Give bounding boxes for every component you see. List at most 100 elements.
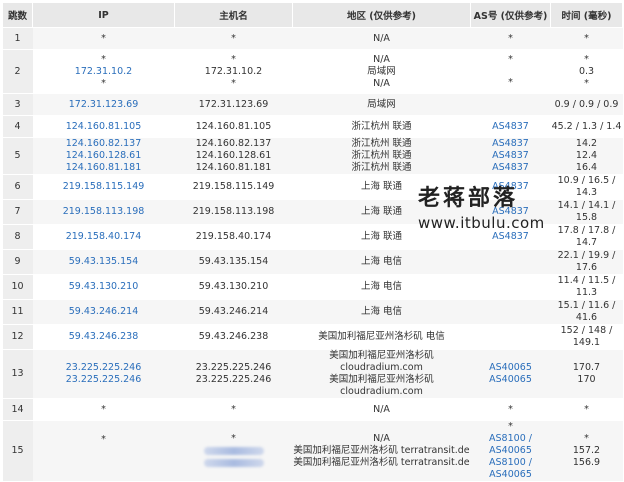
cell-as <box>470 249 551 275</box>
ip-link[interactable]: 59.43.246.214 <box>69 306 139 317</box>
time-line: 10.9 / 16.5 / 14.3 <box>557 175 616 198</box>
time-line: 45.2 / 1.3 / 1.4 <box>551 120 622 132</box>
table-row: 8 219.158.40.174 219.158.40.174 上海 联通 AS4837… <box>2 224 623 250</box>
host-line: 23.225.225.246 <box>195 362 272 373</box>
region-line: 上海 联通 <box>360 181 403 192</box>
cell-host: 219.158.113.198 <box>174 199 293 225</box>
table-row: 14 * * N/A * * <box>2 398 623 421</box>
table-row: 6 219.158.115.149 219.158.115.149 上海 联通 AS48… <box>2 174 623 200</box>
region-line: 浙江杭州 联通 <box>351 150 412 161</box>
ip-line: 219.158.115.149 <box>33 181 175 193</box>
as-link[interactable]: AS8100 / AS40065 <box>489 433 532 456</box>
ip-link[interactable]: 59.43.135.154 <box>69 256 139 267</box>
cell-hop: 2 <box>2 49 33 94</box>
table-row: 4 124.160.81.105 124.160.81.105 浙江杭州 联通 AS48… <box>2 115 623 138</box>
ip-link[interactable]: 172.31.10.2 <box>75 66 132 77</box>
as-link[interactable]: AS4837 <box>492 231 529 242</box>
table-row: 7 219.158.113.198 219.158.113.198 上海 联通 AS48… <box>2 199 623 225</box>
as-link[interactable]: AS40065 <box>489 362 532 373</box>
host-line: 59.43.135.154 <box>198 256 269 267</box>
cell-hop: 6 <box>2 174 33 200</box>
header-hop: 跳数 <box>2 2 33 28</box>
ip-link[interactable]: 23.225.225.246 <box>66 362 142 373</box>
ip-link[interactable]: 172.31.123.69 <box>69 99 139 110</box>
as-line: AS40065 <box>471 362 551 374</box>
cell-ip: 124.160.82.137 124.160.128.61 124.160.81.1… <box>32 137 175 175</box>
time-line: 170.7 <box>572 362 601 373</box>
ip-link[interactable]: 124.160.82.137 <box>66 138 142 149</box>
cell-host: 124.160.81.105 <box>174 115 293 138</box>
cell-hop: 4 <box>2 115 33 138</box>
as-link[interactable]: AS4837 <box>492 150 529 161</box>
table-row: 15 * * N/A 美国加利福尼亚州洛杉矶 terratransit.de 美国加利福尼… <box>2 420 623 482</box>
region-line: 上海 电信 <box>360 281 403 292</box>
as-link[interactable]: AS4837 <box>492 162 529 173</box>
table-row: 9 59.43.135.154 59.43.135.154 上海 电信 22.1 / 1… <box>2 249 623 275</box>
as-line: AS8100 / AS40065 <box>471 433 551 457</box>
host-line: 124.160.82.137 <box>195 138 272 149</box>
cell-as <box>470 324 551 350</box>
ip-link[interactable]: 59.43.246.238 <box>69 331 139 342</box>
as-link[interactable]: AS40065 <box>489 374 532 385</box>
time-line: 12.4 <box>575 150 598 161</box>
as-line: * <box>508 32 513 44</box>
cell-ip: 23.225.225.246 23.225.225.246 <box>32 349 175 399</box>
ip-link[interactable]: 219.158.40.174 <box>66 231 142 242</box>
table-header-row: 跳数 IP 主机名 地区 (仅供参考) AS号 (仅供参考) 时间 (毫秒) <box>2 2 623 28</box>
region-line: 局域网 <box>367 65 396 77</box>
cell-ip: 172.31.123.69 <box>32 93 175 116</box>
redacted-value <box>203 458 264 467</box>
ip-line: 172.31.10.2 <box>33 66 175 78</box>
ip-link[interactable]: 124.160.128.61 <box>66 150 142 161</box>
region-line: 浙江杭州 联通 <box>351 138 412 149</box>
cell-ip: 124.160.81.105 <box>32 115 175 138</box>
as-link[interactable]: AS4837 <box>492 181 529 192</box>
region-line: 上海 电信 <box>360 306 403 317</box>
time-line: 157.2 <box>572 445 601 456</box>
cell-host: * <box>174 420 293 482</box>
as-link[interactable]: AS4837 <box>492 206 529 217</box>
as-line: AS4837 <box>471 206 551 218</box>
table-row: 1 * * N/A * * <box>2 27 623 50</box>
ip-link[interactable]: 124.160.81.105 <box>66 121 142 132</box>
cell-host: * <box>174 398 293 421</box>
host-line: 124.160.128.61 <box>195 150 272 161</box>
time-line: 152 / 148 / 149.1 <box>560 325 613 348</box>
as-link[interactable]: AS4837 <box>492 121 529 132</box>
cell-hop: 5 <box>2 137 33 175</box>
cell-region: 美国加利福尼亚州洛杉矶 cloudradium.com 美国加利福尼亚州洛杉矶 c… <box>292 349 471 399</box>
as-line: AS4837 <box>471 231 551 243</box>
cell-time: 45.2 / 1.3 / 1.4 <box>550 115 623 138</box>
ip-line: * <box>101 32 106 44</box>
as-line: * <box>508 421 513 432</box>
as-line: AS4837 <box>471 138 551 150</box>
ip-link[interactable]: 23.225.225.246 <box>66 374 142 385</box>
ip-link[interactable]: 219.158.113.198 <box>63 206 145 217</box>
as-line <box>471 332 551 343</box>
as-link[interactable]: AS4837 <box>492 138 529 149</box>
region-line: 上海 联通 <box>360 206 403 217</box>
region-line: N/A <box>373 433 390 444</box>
cell-time: * 157.2 156.9 <box>550 420 623 482</box>
cell-host: 124.160.82.137 124.160.128.61 124.160.81.1… <box>174 137 293 175</box>
ip-link[interactable]: 219.158.115.149 <box>63 181 145 192</box>
time-line: 14.1 / 14.1 / 15.8 <box>557 200 616 223</box>
cell-as <box>470 299 551 325</box>
cell-ip: 59.43.246.238 <box>32 324 175 350</box>
as-link[interactable]: AS8100 / AS40065 <box>489 457 532 480</box>
cell-host: * 172.31.10.2 * <box>174 49 293 94</box>
cell-time: 152 / 148 / 149.1 <box>550 324 623 350</box>
time-line: * <box>584 32 589 44</box>
cell-ip: 59.43.135.154 <box>32 249 175 275</box>
region-line: N/A <box>373 32 390 44</box>
ip-link[interactable]: 59.43.130.210 <box>69 281 139 292</box>
region-line: N/A <box>373 77 390 89</box>
time-line: * <box>584 53 589 65</box>
ip-line: 124.160.82.137 <box>33 138 175 150</box>
time-line: 0.9 / 0.9 / 0.9 <box>554 98 619 110</box>
cell-time: * <box>550 27 623 50</box>
ip-line: 59.43.135.154 <box>33 256 175 268</box>
ip-link[interactable]: 124.160.81.181 <box>66 162 142 173</box>
ip-line <box>33 457 175 468</box>
cell-hop: 14 <box>2 398 33 421</box>
